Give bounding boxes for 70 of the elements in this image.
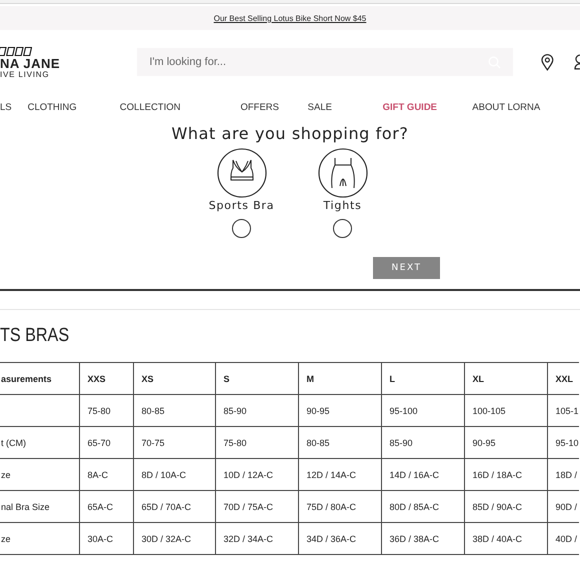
table-cell: ze bbox=[1, 470, 11, 480]
table-cell: 90D / bbox=[556, 502, 578, 512]
tights-icon[interactable] bbox=[318, 148, 368, 198]
table-cell: 16D / 18A-C bbox=[472, 470, 522, 480]
table-cell: 105-1 bbox=[556, 406, 579, 416]
quiz-title: What are you shopping for? bbox=[171, 124, 409, 143]
search-field[interactable]: I'm looking for... bbox=[137, 48, 514, 76]
column-header: S bbox=[224, 374, 230, 384]
column-header: XS bbox=[142, 374, 154, 384]
nav-link[interactable]: COLLECTION bbox=[120, 102, 240, 112]
option-label: Sports Bra bbox=[208, 199, 274, 212]
table-cell: 12D / 14A-C bbox=[306, 470, 356, 480]
table-cell: 34D / 36A-C bbox=[306, 534, 356, 544]
nav-link[interactable]: ABOUT LORNA bbox=[472, 102, 580, 112]
table-cell: ze bbox=[1, 534, 11, 544]
nav-link[interactable]: LS bbox=[0, 102, 28, 112]
column-header: XL bbox=[472, 374, 484, 384]
nav-link[interactable]: SALE bbox=[308, 102, 383, 112]
option-label: Tights bbox=[323, 199, 362, 212]
table-cell: 70-75 bbox=[142, 438, 165, 448]
promo-link[interactable]: Our Best Selling Lotus Bike Short Now $45 bbox=[214, 14, 366, 22]
table-cell: 18D / bbox=[556, 470, 578, 480]
table-cell: 80-85 bbox=[306, 438, 330, 448]
table-cell: 70D / 75A-C bbox=[224, 502, 274, 512]
section-title: TS BRAS bbox=[0, 325, 70, 347]
table-cell: 75D / 80A-C bbox=[306, 502, 356, 512]
table-cell: 100-105 bbox=[472, 406, 506, 416]
table-cell: 90-95 bbox=[306, 406, 330, 416]
column-header: XXS bbox=[88, 374, 106, 384]
table-cell: 8A-C bbox=[88, 470, 108, 480]
table-cell: 65-70 bbox=[88, 438, 111, 448]
table-cell: 65A-C bbox=[88, 502, 114, 512]
column-header: XXL bbox=[556, 374, 574, 384]
table-cell: 85D / 90A-C bbox=[472, 502, 522, 512]
sports-bra-icon[interactable] bbox=[216, 148, 266, 198]
location-pin-icon[interactable] bbox=[541, 54, 554, 70]
table-cell: 40D / bbox=[556, 534, 578, 544]
radio-button[interactable] bbox=[232, 219, 251, 238]
radio-button[interactable] bbox=[333, 219, 352, 238]
nav-link[interactable]: GIFT GUIDE bbox=[382, 102, 472, 112]
table-cell: 85-90 bbox=[224, 406, 247, 416]
table-cell: 95-100 bbox=[390, 406, 418, 416]
table-cell: 75-80 bbox=[224, 438, 247, 448]
table-cell: 95-10 bbox=[556, 438, 579, 448]
table-cell: 32D / 34A-C bbox=[224, 534, 274, 544]
table-cell: 36D / 38A-C bbox=[390, 534, 440, 544]
table-cell: 90-95 bbox=[472, 438, 496, 448]
table-cell: 10D / 12A-C bbox=[224, 470, 274, 480]
logo-boxes-icon bbox=[0, 47, 32, 56]
table-cell: 30A-C bbox=[88, 534, 114, 544]
nav-link[interactable]: CLOTHING bbox=[28, 102, 120, 112]
column-header: L bbox=[390, 374, 395, 384]
table-cell: t (CM) bbox=[1, 438, 26, 448]
table-cell: 80-85 bbox=[142, 406, 165, 416]
table-cell: nal Bra Size bbox=[1, 502, 50, 512]
table-cell: 30D / 32A-C bbox=[142, 534, 192, 544]
table-cell: 14D / 16A-C bbox=[390, 470, 440, 480]
table-cell: 75-80 bbox=[88, 406, 111, 416]
table-cell: 80D / 85A-C bbox=[390, 502, 440, 512]
column-header: asurements bbox=[1, 374, 52, 384]
account-icon[interactable] bbox=[574, 54, 580, 70]
table-cell: 8D / 10A-C bbox=[142, 470, 186, 480]
table-cell: 38D / 40A-C bbox=[472, 534, 522, 544]
table-cell: 85-90 bbox=[390, 438, 413, 448]
logo-tagline: IVE LIVING bbox=[0, 70, 50, 79]
column-header: M bbox=[306, 374, 314, 384]
logo-wordmark[interactable]: NA JANE bbox=[0, 57, 60, 70]
nav-link[interactable]: OFFERS bbox=[240, 102, 308, 112]
next-button[interactable]: NEXT bbox=[373, 257, 440, 279]
table-cell: 65D / 70A-C bbox=[142, 502, 192, 512]
